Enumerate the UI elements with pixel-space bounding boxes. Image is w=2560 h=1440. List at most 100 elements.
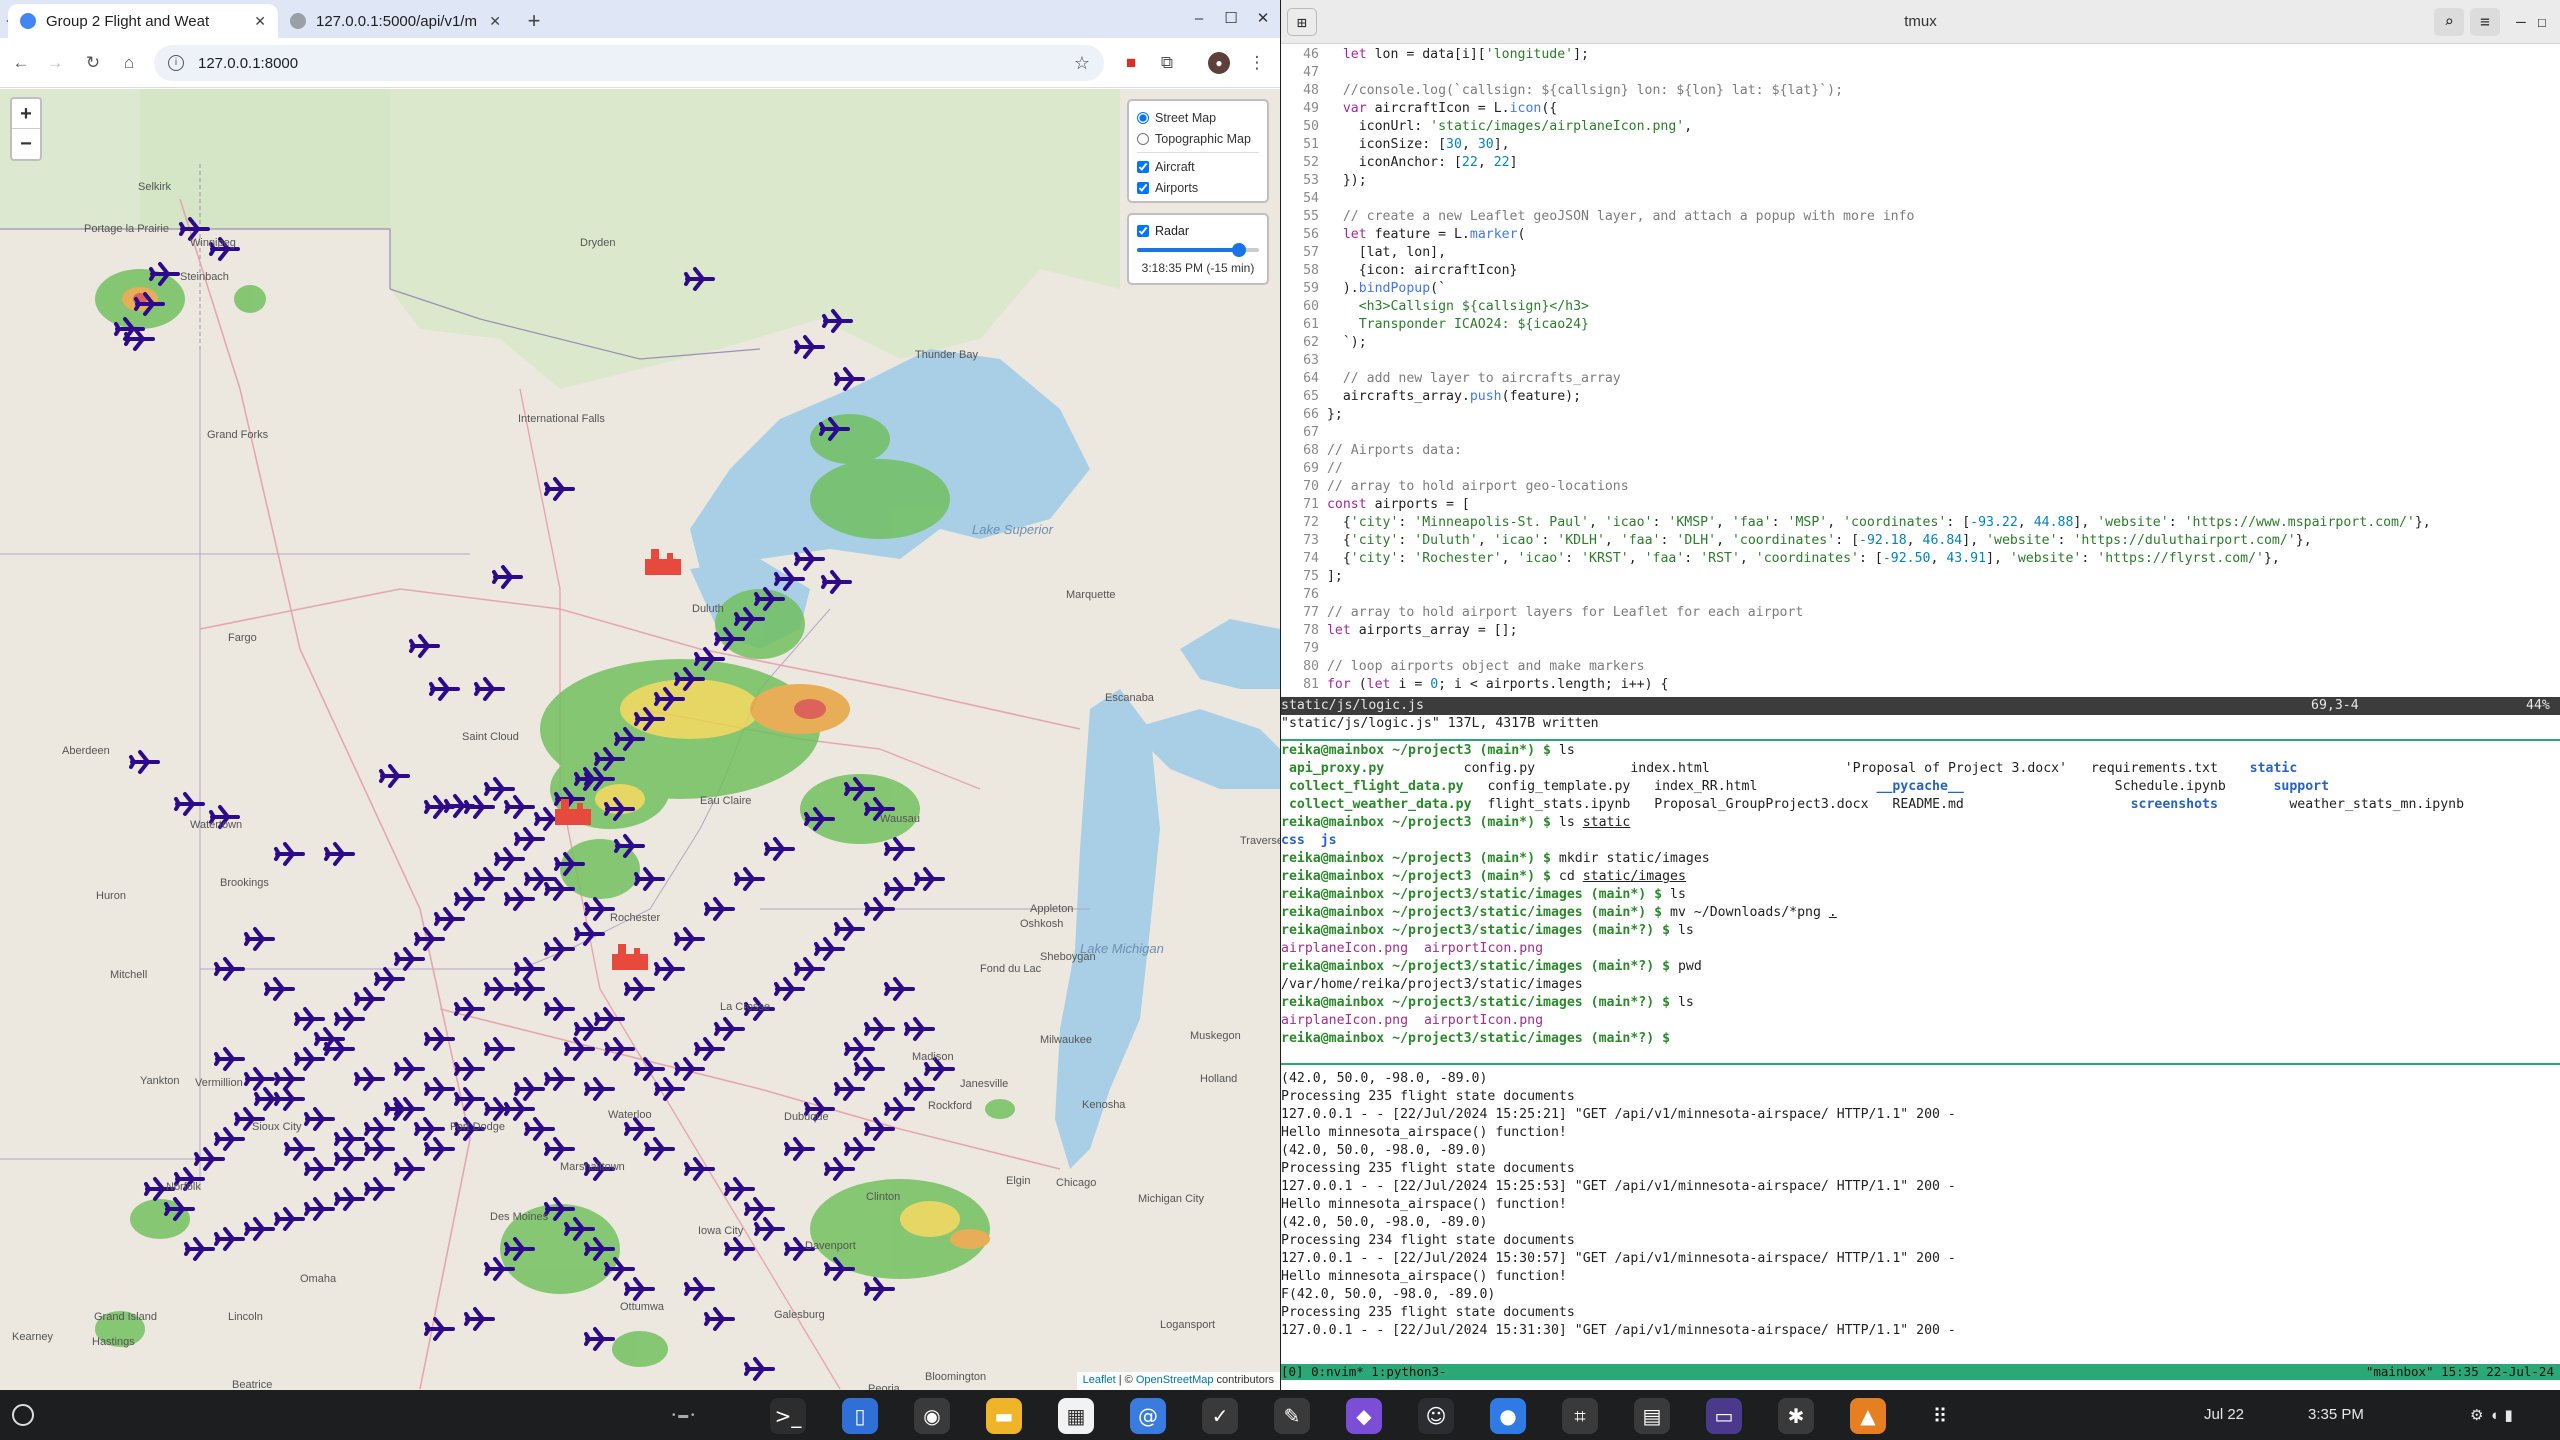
place-label: Davenport [805, 1240, 856, 1252]
site-info-icon[interactable]: i [168, 55, 184, 71]
calendar-app-icon[interactable]: ▦ [1058, 1398, 1094, 1434]
files-app-icon[interactable]: ▯ [842, 1398, 878, 1434]
minimize-button[interactable]: – [1184, 6, 1214, 32]
overlay-airports[interactable]: Airports [1137, 177, 1259, 198]
code-line: 73 {'city': 'Duluth', 'icao': 'KDLH', 'f… [1303, 533, 2312, 548]
bookmark-star-icon[interactable]: ☆ [1074, 53, 1090, 74]
shell-line: reika@mainbox ~/project3/static/images (… [1281, 995, 1694, 1010]
close-tab-icon[interactable]: ✕ [481, 13, 501, 30]
leaflet-map[interactable]: Selkirk Portage la Prairie Winnipeg Steinba… [0, 89, 1280, 1390]
place-label: Norfolk [166, 1181, 201, 1193]
slack-app-icon[interactable]: ✱ [1778, 1398, 1814, 1434]
browser-window: ⌄ Group 2 Flight and Weat ✕ 127.0.0.1:50… [0, 0, 1280, 1390]
desk-indicator[interactable]: • ▬ • [672, 1410, 732, 1421]
place-label: Escanaba [1105, 692, 1154, 704]
code-line: 60 <h3>Callsign ${callsign}</h3> [1303, 299, 1589, 314]
new-tab-button[interactable]: + [520, 8, 548, 36]
system-tray-icons[interactable]: ⚙◖▮ [2470, 1406, 2519, 1424]
place-label: Portage la Prairie [84, 223, 169, 235]
profile-avatar[interactable]: ● [1208, 52, 1230, 74]
base-street-map[interactable]: Street Map [1137, 107, 1259, 128]
osm-link[interactable]: OpenStreetMap [1136, 1374, 1214, 1386]
leaflet-link[interactable]: Leaflet [1083, 1374, 1116, 1386]
place-label: Oshkosh [1020, 918, 1064, 930]
chat-app-icon[interactable]: ● [1490, 1398, 1526, 1434]
maximize-button[interactable]: ☐ [1216, 6, 1246, 32]
extensions-puzzle-icon[interactable]: ⧉ [1154, 50, 1180, 76]
forward-icon[interactable]: → [42, 50, 68, 76]
base-topographic-map[interactable]: Topographic Map [1137, 128, 1259, 149]
place-label: Logansport [1160, 1319, 1216, 1331]
place-label: Watertown [190, 819, 243, 831]
store-app-icon[interactable]: ▤ [1634, 1398, 1670, 1434]
launcher-app-icon[interactable]: ⠿ [1922, 1398, 1958, 1434]
url-text: 127.0.0.1:8000 [198, 54, 299, 72]
obsidian-app-icon[interactable]: ◆ [1346, 1398, 1382, 1434]
place-label: Lake Superior [972, 522, 1053, 537]
slider-thumb[interactable] [1231, 243, 1246, 257]
code-line: 55 // create a new Leaflet geoJSON layer… [1303, 209, 1915, 224]
terminal-title: tmux [1904, 13, 1937, 30]
maximize-button[interactable]: ☐ [2531, 8, 2553, 36]
vlc-app-icon[interactable]: ▲ [1850, 1398, 1886, 1434]
code-line: 47 [1303, 65, 1319, 80]
launcher-button[interactable] [12, 1404, 34, 1426]
tab-flight-weather[interactable]: Group 2 Flight and Weat ✕ [8, 4, 278, 38]
back-icon[interactable]: ← [8, 50, 34, 76]
place-label: Ottumwa [620, 1301, 665, 1313]
tab-title: Group 2 Flight and Weat [46, 12, 210, 30]
nvim-editor-pane[interactable]: 46 let lon = data[i]['longitude']; 47 48 … [1281, 46, 2560, 696]
log-line: (42.0, 50.0, -98.0, -89.0) [1281, 1143, 1488, 1158]
log-line: (42.0, 50.0, -98.0, -89.0) [1281, 1071, 1488, 1086]
radar-time-slider[interactable] [1137, 243, 1259, 257]
code-line: 65 aircrafts_array.push(feature); [1303, 389, 1582, 404]
shell-line: css js [1281, 833, 1337, 848]
code-line: 79 [1303, 641, 1319, 656]
search-icon[interactable]: ⌕ [2434, 8, 2464, 36]
aircraft-checkbox[interactable] [1137, 160, 1149, 173]
code-line: 56 let feature = L.marker( [1303, 227, 1526, 242]
shell-line: reika@mainbox ~/project3/static/images (… [1281, 887, 1686, 902]
minimize-button[interactable]: – [2510, 8, 2532, 36]
tab-api[interactable]: 127.0.0.1:5000/api/v1/m ✕ [278, 4, 513, 38]
tasks-app-icon[interactable]: ✓ [1202, 1398, 1238, 1434]
log-line: Hello minnesota_airspace() function! [1281, 1269, 1567, 1284]
terminal-app-icon[interactable]: >_ [770, 1398, 806, 1434]
server-log-pane[interactable]: (42.0, 50.0, -98.0, -89.0) Processing 235… [1281, 1070, 2560, 1360]
hamburger-menu-icon[interactable]: ≡ [2470, 8, 2500, 36]
chrome-app-icon[interactable]: ◉ [914, 1398, 950, 1434]
topographic-map-radio[interactable] [1137, 132, 1149, 145]
zoom-out-button[interactable]: − [12, 129, 40, 159]
code-line: 75 ]; [1303, 569, 1343, 584]
close-tab-icon[interactable]: ✕ [246, 13, 266, 30]
status-filename: static/js/logic.js [1281, 698, 1424, 713]
aircraft-label: Aircraft [1155, 159, 1195, 174]
street-map-radio[interactable] [1137, 111, 1149, 124]
zoom-in-button[interactable]: + [12, 99, 40, 129]
close-window-button[interactable]: ✕ [1248, 6, 1278, 32]
media-app-icon[interactable]: ▭ [1706, 1398, 1742, 1434]
email-app-icon[interactable]: @ [1130, 1398, 1166, 1434]
screenshot-app-icon[interactable]: ⌗ [1562, 1398, 1598, 1434]
editor-app-icon[interactable]: ✎ [1274, 1398, 1310, 1434]
home-icon[interactable]: ⌂ [116, 50, 142, 76]
shell-line: reika@mainbox ~/project3 (main*) $ ls [1281, 743, 1575, 758]
tmux-status-bar: [0] 0:nvim* 1:python3- "mainbox" 15:35 22… [1281, 1364, 2560, 1380]
shelf-date[interactable]: Jul 22 [2204, 1406, 2244, 1423]
extension-icon[interactable]: ■ [1118, 50, 1144, 76]
discord-app-icon[interactable]: ☺ [1418, 1398, 1454, 1434]
code-line: 51 iconSize: [30, 30], [1303, 137, 1510, 152]
code-line: 72 {'city': 'Minneapolis-St. Paul', 'ica… [1303, 515, 2431, 530]
reload-icon[interactable]: ↻ [80, 50, 106, 76]
radar-checkbox[interactable] [1137, 225, 1149, 237]
shelf-clock[interactable]: 3:35 PM [2308, 1406, 2364, 1423]
code-line: 62 `); [1303, 335, 1367, 350]
shell-pane[interactable]: reika@mainbox ~/project3 (main*) $ ls ap… [1281, 742, 2560, 1062]
radar-toggle[interactable]: Radar [1137, 221, 1259, 241]
airports-checkbox[interactable] [1137, 181, 1149, 194]
address-bar[interactable]: i 127.0.0.1:8000 ☆ [154, 45, 1104, 81]
overlay-aircraft[interactable]: Aircraft [1137, 156, 1259, 177]
chrome-menu-icon[interactable]: ⋮ [1244, 50, 1270, 76]
tmux-windows[interactable]: [0] 0:nvim* 1:python3- [1281, 1364, 1447, 1379]
notes-app-icon[interactable]: ▬ [986, 1398, 1022, 1434]
